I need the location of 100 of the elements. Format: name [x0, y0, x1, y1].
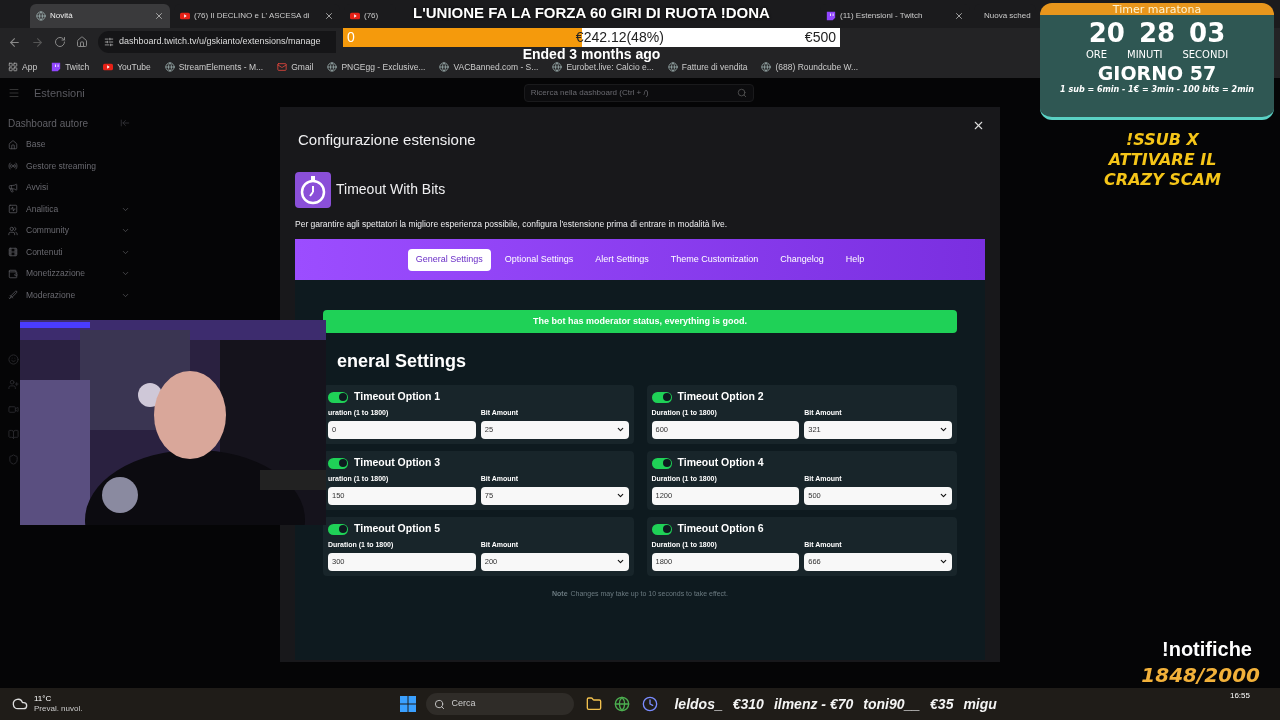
stopwatch-icon	[295, 171, 331, 208]
chat-bubble-icon	[826, 11, 836, 21]
bookmark[interactable]: Twitch	[51, 60, 90, 74]
section-heading: eneral Settings	[337, 350, 468, 374]
seconds-value: 03	[1189, 19, 1226, 47]
chevron-icon	[939, 491, 948, 500]
settings-tab[interactable]: Theme Customization	[662, 248, 767, 271]
globe-icon	[552, 62, 563, 72]
settings-tab[interactable]: Changelog	[772, 248, 832, 271]
ticker-text: leldos_	[674, 694, 723, 714]
bookmark[interactable]: Fatture di vendita	[667, 60, 748, 74]
seconds-label: SECONDI	[1182, 48, 1229, 62]
home-icon[interactable]	[76, 36, 88, 48]
start-icon[interactable]	[400, 696, 417, 712]
chevron-icon	[615, 557, 625, 566]
address-bar[interactable]: dashboard.twitch.tv/u/gskianto/extensions/manage	[98, 31, 336, 53]
sidebar-item[interactable]: Base	[8, 134, 130, 156]
sidebar-item[interactable]: Analitica	[8, 198, 130, 220]
sidebar-item[interactable]: Gestore streaming	[8, 155, 130, 177]
bookmark[interactable]: Gmail	[277, 60, 314, 74]
page-title: Estensioni	[34, 85, 85, 101]
sidebar-item[interactable]: Avvisi	[8, 177, 130, 199]
play-icon	[103, 62, 114, 72]
taskbar-search[interactable]: Cerca	[426, 693, 575, 715]
timer-title: Timer maratona	[1112, 3, 1202, 17]
sidebar-item[interactable]: Contenuti	[8, 241, 130, 263]
folder-icon[interactable]	[586, 696, 603, 712]
toggle-switch[interactable]	[328, 523, 348, 535]
hours-label: ORE	[1085, 48, 1107, 62]
toggle-switch[interactable]	[651, 457, 672, 469]
sidebar-item[interactable]: Moderazione	[8, 284, 130, 306]
toggle-switch[interactable]	[328, 391, 348, 403]
chat-bubble-icon	[51, 62, 62, 72]
tab-title: (76) Il DECLINO e L' ASCESA di	[194, 10, 311, 22]
chevron-icon	[615, 491, 625, 500]
tab-title: (11) Estensioni - Twitch	[840, 10, 924, 22]
minutes-value: 28	[1138, 19, 1176, 47]
tab-title: (76)	[364, 10, 380, 22]
close-icon[interactable]	[954, 11, 964, 21]
wallet-icon	[8, 268, 18, 279]
weather-temp: 11°C	[34, 694, 53, 704]
megaphone-icon	[8, 182, 18, 193]
users-icon	[8, 225, 18, 236]
back-icon[interactable]	[8, 35, 21, 49]
option-title: Timeout Option 2	[677, 389, 764, 405]
globe-icon	[439, 62, 450, 72]
toggle-switch[interactable]	[651, 391, 672, 403]
mail-icon	[277, 62, 288, 72]
sword-icon	[8, 290, 18, 301]
sidebar-title: Dashboard autore	[8, 116, 89, 131]
globe-icon	[327, 62, 338, 72]
day-count: GIORNO 57	[1097, 62, 1217, 84]
toggle-switch[interactable]	[651, 523, 672, 535]
settings-tab[interactable]: Help	[837, 248, 873, 271]
description: Per garantire agli spettatori la migliore esperienza possibile, configura l'estensione prima di entrare in modalità live.	[295, 217, 729, 231]
callout-text: !SSUB X	[1126, 130, 1199, 150]
chevron-icon	[939, 425, 948, 434]
sidebar-item[interactable]: Community	[8, 220, 130, 242]
callout-text: CRAZY SCAM	[1104, 170, 1221, 190]
toggle-switch[interactable]	[328, 457, 348, 469]
extension-name: Timeout With Bits	[336, 180, 446, 199]
search-icon	[736, 88, 747, 98]
goal-counter: 1848/2000	[1141, 664, 1260, 686]
donation-title: L'UNIONE FA LA FORZA 60 GIRI DI RUOTA !DONA	[413, 4, 770, 21]
clock-app-icon[interactable]	[642, 696, 659, 712]
globe-icon	[36, 11, 46, 21]
ticker-text: toni90__	[863, 694, 921, 714]
settings-tab[interactable]: Optional Settings	[496, 248, 582, 271]
donation-status: Ended 3 months ago	[522, 47, 661, 61]
chevron-icon	[615, 425, 625, 434]
tab-title: Nuova sched	[984, 10, 1031, 22]
apps-icon	[8, 62, 18, 72]
ticker-text: migu	[963, 694, 997, 714]
status-banner: The bot has moderator status, everything is good.	[323, 310, 957, 334]
bookmark[interactable]: App	[8, 60, 38, 74]
minutes-label: MINUTI	[1127, 48, 1163, 62]
bookmark[interactable]: YouTube	[103, 60, 151, 74]
bookmark-label: Gmail	[291, 60, 314, 74]
bookmark-label: Fatture di vendita	[681, 60, 748, 74]
chart-icon	[8, 204, 18, 215]
site-settings-icon[interactable]	[104, 37, 114, 47]
start-amount: 0	[347, 28, 355, 47]
settings-tab[interactable]: General Settings	[407, 248, 491, 271]
browser-icon[interactable]	[614, 696, 631, 712]
bookmark-label: App	[22, 60, 38, 74]
ticker-text: €35	[930, 694, 954, 714]
reload-icon[interactable]	[54, 36, 66, 48]
callout-text: ATTIVARE IL	[1108, 150, 1217, 170]
sidebar-item[interactable]: Monetizzazione	[8, 263, 130, 285]
globe-icon	[761, 62, 772, 72]
browser-tab[interactable]: Novità	[30, 4, 170, 28]
clock: 16:55	[1229, 690, 1250, 702]
weather-icon	[12, 696, 28, 712]
option-title: Timeout Option 3	[354, 455, 441, 471]
hours-value: 20	[1088, 19, 1125, 47]
search-field[interactable]: Ricerca nella dashboard (Ctrl + /)	[523, 84, 754, 102]
ticker-text: €310	[732, 694, 764, 714]
globe-icon	[667, 62, 678, 72]
close-icon[interactable]	[324, 11, 334, 21]
settings-tab[interactable]: Alert Settings	[587, 248, 657, 271]
